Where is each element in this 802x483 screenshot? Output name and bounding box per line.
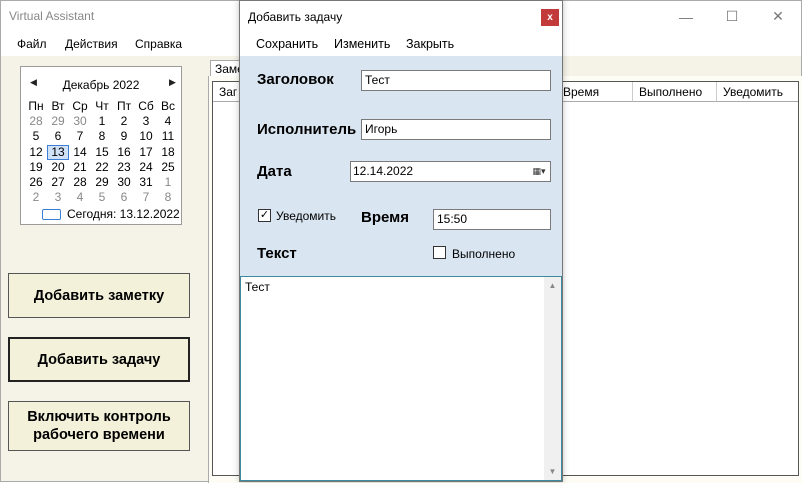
text-scrollbar[interactable]: ▲ ▼ (544, 277, 561, 480)
done-label[interactable]: Выполнено (452, 247, 515, 261)
calendar-day[interactable]: 9 (113, 129, 135, 144)
app-title: Virtual Assistant (9, 9, 95, 23)
grid-header-time[interactable]: Время (557, 82, 633, 102)
dialog-menubar: Сохранить Изменить Закрыть (240, 32, 562, 56)
minimize-button[interactable]: — (663, 1, 709, 32)
maximize-button[interactable]: ☐ (709, 1, 755, 32)
calendar-next-icon[interactable]: ▶ (169, 77, 176, 88)
grid-header-notify[interactable]: Уведомить (717, 82, 798, 102)
scroll-up-icon[interactable]: ▲ (544, 277, 561, 294)
add-task-button[interactable]: Добавить задачу (8, 337, 190, 382)
calendar-day[interactable]: 3 (47, 190, 69, 205)
calendar-day[interactable]: 10 (135, 129, 157, 144)
calendar-day[interactable]: 27 (47, 175, 69, 190)
menu-file[interactable]: Файл (17, 37, 47, 51)
weekday-header: Ср (72, 99, 88, 113)
calendar-day[interactable]: 31 (135, 175, 157, 190)
calendar-day[interactable]: 5 (25, 129, 47, 144)
calendar-day[interactable]: 2 (113, 114, 135, 129)
calendar-day[interactable]: 8 (91, 129, 113, 144)
menu-actions[interactable]: Действия (65, 37, 118, 51)
worktime-line1: Включить контроль (27, 409, 171, 425)
menu-close[interactable]: Закрыть (406, 37, 454, 51)
menu-help[interactable]: Справка (135, 37, 182, 51)
calendar-day[interactable]: 4 (69, 190, 91, 205)
calendar-day[interactable]: 15 (91, 145, 113, 160)
time-label: Время (361, 209, 409, 226)
calendar-day[interactable]: 3 (135, 114, 157, 129)
calendar-day[interactable]: 6 (113, 190, 135, 205)
calendar-day[interactable]: 21 (69, 160, 91, 175)
scroll-down-icon[interactable]: ▼ (544, 463, 561, 480)
title-label: Заголовок (257, 71, 334, 88)
calendar-day[interactable]: 22 (91, 160, 113, 175)
calendar-day[interactable]: 16 (113, 145, 135, 160)
calendar-day[interactable]: 7 (69, 129, 91, 144)
dialog-title-bar: Добавить задачу x (240, 1, 562, 32)
date-picker[interactable]: 12.14.2022 ▦▾ (350, 161, 551, 182)
calendar-day[interactable]: 12 (25, 145, 47, 160)
calendar-day[interactable]: 4 (157, 114, 179, 129)
assignee-input[interactable]: Игорь (361, 119, 551, 140)
calendar-day[interactable]: 26 (25, 175, 47, 190)
grid-header-done[interactable]: Выполнено (633, 82, 717, 102)
task-text-value: Тест (245, 280, 270, 294)
calendar-month-title[interactable]: Декабрь 2022 (21, 78, 181, 92)
calendar-day[interactable]: 1 (91, 114, 113, 129)
calendar-day[interactable]: 5 (91, 190, 113, 205)
title-input[interactable]: Тест (361, 70, 551, 91)
calendar-day[interactable]: 25 (157, 160, 179, 175)
weekday-header: Пт (116, 99, 132, 113)
calendar-day[interactable]: 24 (135, 160, 157, 175)
calendar-day[interactable]: 17 (135, 145, 157, 160)
worktime-control-button[interactable]: Включить контроль рабочего времени (8, 401, 190, 451)
date-value: 12.14.2022 (353, 164, 414, 178)
calendar-day[interactable]: 29 (91, 175, 113, 190)
calendar-day[interactable]: 1 (157, 175, 179, 190)
calendar-day[interactable]: 8 (157, 190, 179, 205)
today-marker-icon (42, 209, 61, 220)
add-task-dialog: Добавить задачу x Сохранить Изменить Зак… (239, 0, 563, 482)
calendar-day[interactable]: 11 (157, 129, 179, 144)
calendar-day[interactable]: 14 (69, 145, 91, 160)
notify-checkbox[interactable]: ✓ (258, 209, 271, 222)
calendar-today-label[interactable]: Сегодня: 13.12.2022 (67, 207, 180, 221)
calendar-day[interactable]: 30 (113, 175, 135, 190)
menu-save[interactable]: Сохранить (256, 37, 318, 51)
text-label: Текст (257, 245, 297, 262)
weekday-header: Вс (160, 99, 175, 113)
menu-edit[interactable]: Изменить (334, 37, 390, 51)
worktime-line2: рабочего времени (33, 427, 165, 443)
calendar-grid: Пн Вт Ср Чт Пт Сб Вс 28 29 30 1 2 3 4 5 … (25, 99, 179, 205)
add-note-button[interactable]: Добавить заметку (8, 273, 190, 318)
calendar-day[interactable]: 7 (135, 190, 157, 205)
close-button[interactable]: ✕ (755, 1, 801, 32)
calendar-day[interactable]: 23 (113, 160, 135, 175)
weekday-header: Чт (95, 99, 109, 113)
calendar-day[interactable]: 30 (69, 114, 91, 129)
calendar-day[interactable]: 19 (25, 160, 47, 175)
calendar-day[interactable]: 28 (69, 175, 91, 190)
time-input[interactable]: 15:50 (433, 209, 551, 230)
calendar-day[interactable]: 20 (47, 160, 69, 175)
calendar-day[interactable]: 2 (25, 190, 47, 205)
calendar-dropdown-icon[interactable]: ▦▾ (530, 164, 548, 179)
dialog-close-icon[interactable]: x (541, 9, 559, 26)
calendar-day[interactable]: 6 (47, 129, 69, 144)
date-label: Дата (257, 163, 292, 180)
dialog-title: Добавить задачу (248, 10, 343, 24)
month-calendar[interactable]: ◀ Декабрь 2022 ▶ Пн Вт Ср Чт Пт Сб Вс 28… (20, 66, 182, 225)
calendar-day-today[interactable]: 13 (47, 144, 69, 160)
calendar-day[interactable]: 18 (157, 145, 179, 160)
notify-label[interactable]: Уведомить (276, 209, 336, 223)
calendar-day[interactable]: 28 (25, 114, 47, 129)
task-text-area[interactable]: Тест ▲ ▼ (240, 276, 562, 481)
weekday-header: Сб (138, 99, 154, 113)
assignee-label: Исполнитель (257, 121, 357, 138)
weekday-header: Пн (28, 99, 44, 113)
done-checkbox[interactable] (433, 246, 446, 259)
calendar-day[interactable]: 29 (47, 114, 69, 129)
weekday-header: Вт (51, 99, 65, 113)
